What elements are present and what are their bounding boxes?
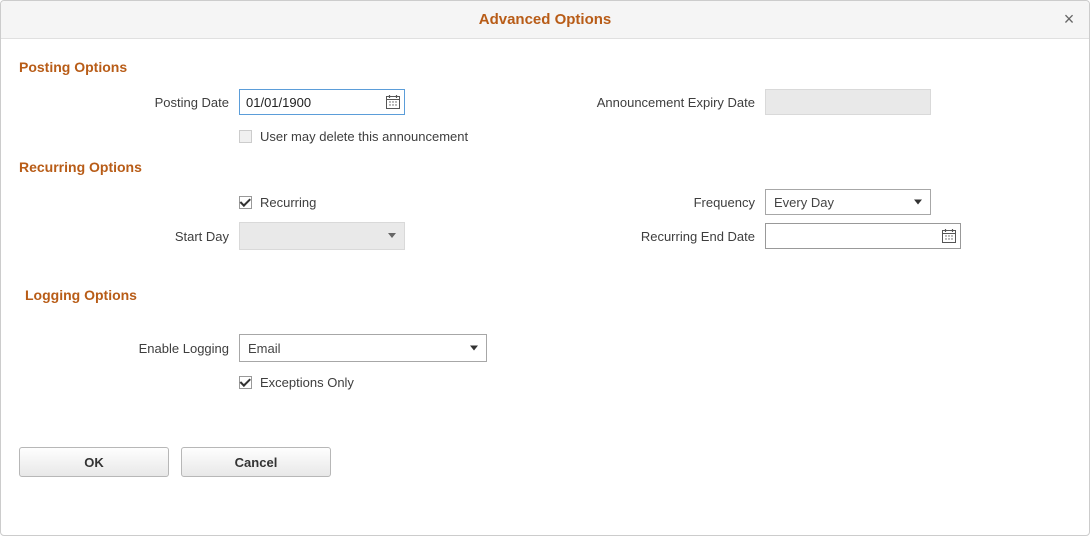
advanced-options-dialog: Advanced Options × Posting Options Posti… [0, 0, 1090, 536]
enable-logging-value: Email [248, 341, 281, 356]
posting-date-field[interactable] [239, 89, 405, 115]
enable-logging-label: Enable Logging [19, 341, 239, 356]
ok-button[interactable]: OK [19, 447, 169, 477]
titlebar: Advanced Options × [1, 1, 1089, 39]
frequency-select[interactable]: Every Day [765, 189, 931, 215]
recurring-options-title: Recurring Options [19, 159, 1071, 175]
calendar-icon [941, 228, 957, 244]
chevron-down-icon [914, 200, 922, 205]
posting-options-title: Posting Options [19, 59, 1071, 75]
logging-options-title: Logging Options [25, 287, 1071, 303]
enable-logging-select[interactable]: Email [239, 334, 487, 362]
recurring-end-date-label: Recurring End Date [545, 229, 765, 244]
close-icon: × [1064, 9, 1075, 29]
frequency-label: Frequency [545, 195, 765, 210]
frequency-value: Every Day [774, 195, 834, 210]
calendar-icon [385, 94, 401, 110]
expiry-date-field [765, 89, 931, 115]
chevron-down-icon [388, 233, 396, 238]
recurring-checkbox[interactable] [239, 196, 252, 209]
cancel-button[interactable]: Cancel [181, 447, 331, 477]
dialog-body: Posting Options Posting Date [1, 39, 1089, 491]
recurring-end-date-input[interactable] [766, 224, 937, 248]
start-day-label: Start Day [19, 229, 239, 244]
chevron-down-icon [470, 346, 478, 351]
posting-date-input[interactable] [240, 90, 382, 114]
user-may-delete-label: User may delete this announcement [260, 129, 468, 144]
exceptions-only-checkbox[interactable] [239, 376, 252, 389]
recurring-end-date-field[interactable] [765, 223, 961, 249]
recurring-end-date-calendar-button[interactable] [937, 224, 960, 248]
close-button[interactable]: × [1059, 9, 1079, 29]
posting-date-label: Posting Date [19, 95, 239, 110]
user-may-delete-checkbox[interactable] [239, 130, 252, 143]
exceptions-only-label: Exceptions Only [260, 375, 354, 390]
recurring-label: Recurring [260, 195, 316, 210]
start-day-select[interactable] [239, 222, 405, 250]
expiry-date-label: Announcement Expiry Date [545, 95, 765, 110]
posting-date-calendar-button[interactable] [382, 90, 404, 114]
dialog-title: Advanced Options [479, 11, 612, 28]
